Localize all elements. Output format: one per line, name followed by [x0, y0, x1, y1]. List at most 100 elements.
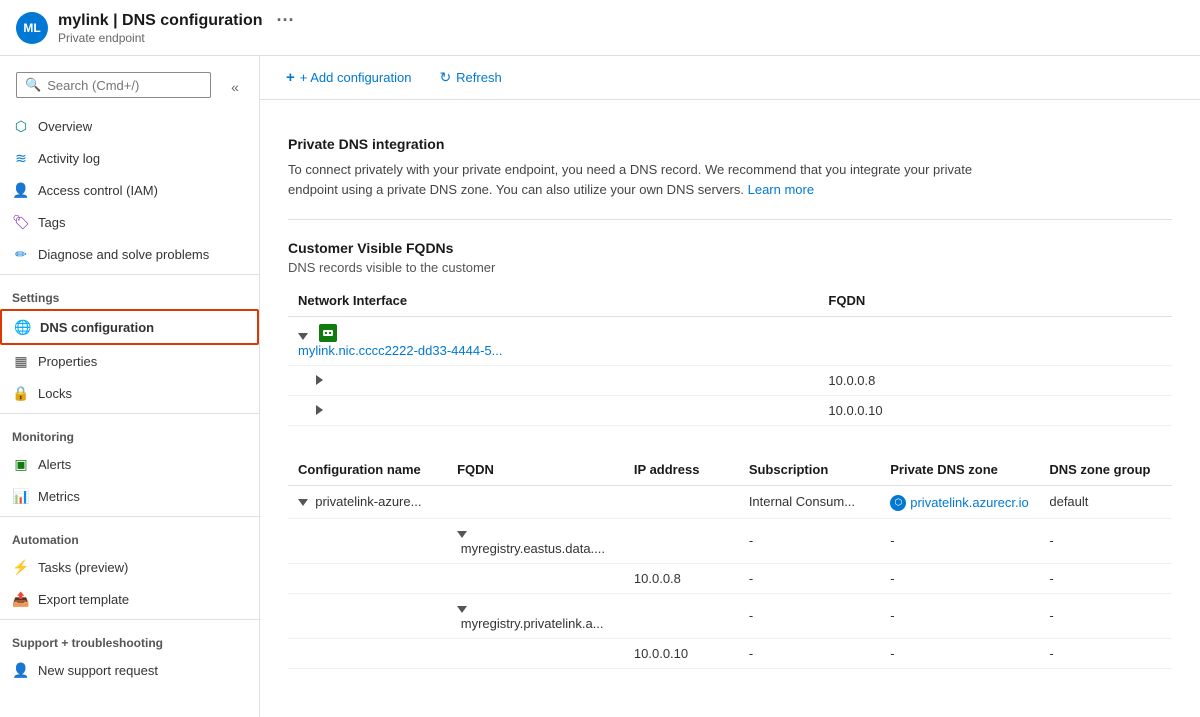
sidebar-item-label: Locks: [38, 386, 72, 401]
sidebar-item-access-control[interactable]: 👤 Access control (IAM): [0, 174, 259, 206]
collapse-sidebar-button[interactable]: «: [223, 75, 247, 99]
tasks-icon: ⚡: [12, 558, 30, 576]
config-name-indent: [288, 593, 447, 638]
sidebar-item-label: Activity log: [38, 151, 100, 166]
sidebar-item-activity-log[interactable]: ≋ Activity log: [0, 142, 259, 174]
fqdn-child-cell: myregistry.privatelink.a...: [447, 593, 624, 638]
subscription-cell: -: [739, 638, 880, 668]
automation-section-label: Automation: [0, 521, 259, 551]
config-name-indent: [288, 518, 447, 563]
table-row: mylink.nic.cccc2222-dd33-4444-5...: [288, 317, 1172, 366]
sidebar-item-support[interactable]: 👤 New support request: [0, 654, 259, 686]
sidebar-item-metrics[interactable]: 📊 Metrics: [0, 480, 259, 512]
fqdn-value-cell: 10.0.0.10: [818, 396, 1172, 426]
nic-icon: [319, 324, 337, 342]
dns-zone-cell: -: [880, 563, 1039, 593]
iam-icon: 👤: [12, 181, 30, 199]
search-input[interactable]: [47, 78, 202, 93]
table-row: myregistry.eastus.data.... - - -: [288, 518, 1172, 563]
sidebar-item-label: Diagnose and solve problems: [38, 247, 209, 262]
expand-button[interactable]: [316, 405, 323, 415]
settings-section-label: Settings: [0, 279, 259, 309]
sidebar-divider-automation: [0, 516, 259, 517]
export-icon: 📤: [12, 590, 30, 608]
monitoring-section-label: Monitoring: [0, 418, 259, 448]
fqdn-child-cell: myregistry.eastus.data....: [447, 518, 624, 563]
toolbar: + + Add configuration ↻ Refresh: [260, 56, 1200, 100]
metrics-icon: 📊: [12, 487, 30, 505]
dns-group-cell: -: [1039, 518, 1172, 563]
sidebar-item-tasks[interactable]: ⚡ Tasks (preview): [0, 551, 259, 583]
refresh-button[interactable]: ↻ Refresh: [433, 65, 507, 90]
sidebar-divider: [0, 274, 259, 275]
sidebar-item-label: Export template: [38, 592, 129, 607]
sidebar-item-label: DNS configuration: [40, 320, 154, 335]
ip-cell: [624, 518, 739, 563]
sidebar-item-label: Access control (IAM): [38, 183, 158, 198]
dns-zone-link[interactable]: privatelink.azurecr.io: [910, 495, 1029, 510]
dns-group-cell: -: [1039, 563, 1172, 593]
support-icon: 👤: [12, 661, 30, 679]
nic-indent-cell: [288, 366, 818, 396]
customer-fqdns-title: Customer Visible FQDNs: [288, 240, 1172, 256]
content-area: + + Add configuration ↻ Refresh Private …: [260, 56, 1200, 717]
subscription-cell: Internal Consum...: [739, 486, 880, 519]
ip-cell: [624, 486, 739, 519]
fqdn-table: Network Interface FQDN: [288, 285, 1172, 426]
fqdn-cell: [447, 638, 624, 668]
sidebar-item-diagnose[interactable]: ✏ Diagnose and solve problems: [0, 238, 259, 270]
sidebar-item-dns-config[interactable]: 🌐 DNS configuration: [0, 309, 259, 345]
col-dns-group: DNS zone group: [1039, 454, 1172, 486]
learn-more-link[interactable]: Learn more: [748, 182, 814, 197]
sidebar-item-label: Metrics: [38, 489, 80, 504]
config-table: Configuration name FQDN IP address Subsc…: [288, 454, 1172, 669]
dns-integration-title: Private DNS integration: [288, 136, 1172, 152]
fqdn-cell: [447, 486, 624, 519]
fqdn-value-cell: 10.0.0.8: [818, 366, 1172, 396]
table-row: 10.0.0.10: [288, 396, 1172, 426]
collapse-button[interactable]: [457, 606, 467, 613]
tags-icon: 🏷: [12, 213, 30, 231]
table-row: 10.0.0.8 - - -: [288, 563, 1172, 593]
search-icon: 🔍: [25, 77, 41, 93]
add-configuration-button[interactable]: + + Add configuration: [280, 65, 417, 90]
dns-group-cell: default: [1039, 486, 1172, 519]
sidebar-item-overview[interactable]: ⬡ Overview: [0, 110, 259, 142]
sidebar-item-tags[interactable]: 🏷 Tags: [0, 206, 259, 238]
expand-button[interactable]: [316, 375, 323, 385]
sidebar-item-label: Overview: [38, 119, 92, 134]
support-section-label: Support + troubleshooting: [0, 624, 259, 654]
collapse-button[interactable]: [298, 333, 308, 340]
fqdn-cell: [447, 563, 624, 593]
sidebar-item-locks[interactable]: 🔒 Locks: [0, 377, 259, 409]
dns-group-cell: -: [1039, 593, 1172, 638]
locks-icon: 🔒: [12, 384, 30, 402]
sidebar-item-label: Alerts: [38, 457, 71, 472]
dns-integration-desc: To connect privately with your private e…: [288, 160, 988, 199]
more-options-icon[interactable]: ···: [277, 10, 295, 31]
ip-cell: 10.0.0.8: [624, 563, 739, 593]
customer-fqdns-section: Customer Visible FQDNs DNS records visib…: [288, 240, 1172, 426]
subscription-cell: -: [739, 518, 880, 563]
dns-integration-section: Private DNS integration To connect priva…: [288, 120, 1172, 220]
activity-log-icon: ≋: [12, 149, 30, 167]
collapse-button[interactable]: [298, 499, 308, 506]
dns-zone-cell: ⬡ privatelink.azurecr.io: [880, 486, 1039, 519]
fqdn-cell: [818, 317, 1172, 366]
properties-icon: ▦: [12, 352, 30, 370]
nic-indent-cell: [288, 396, 818, 426]
header-title-main: mylink | DNS configuration ···: [58, 10, 294, 31]
top-header: ML mylink | DNS configuration ··· Privat…: [0, 0, 1200, 56]
sidebar-divider-support: [0, 619, 259, 620]
subscription-cell: -: [739, 593, 880, 638]
nic-link[interactable]: mylink.nic.cccc2222-dd33-4444-5...: [298, 343, 808, 358]
sidebar-item-properties[interactable]: ▦ Properties: [0, 345, 259, 377]
sidebar-item-alerts[interactable]: ▣ Alerts: [0, 448, 259, 480]
sidebar: 🔍 « ⬡ Overview ≋ Activity log 👤 Access c…: [0, 56, 260, 717]
collapse-button[interactable]: [457, 531, 467, 538]
ip-cell: [624, 593, 739, 638]
customer-fqdns-desc: DNS records visible to the customer: [288, 260, 1172, 275]
dns-config-icon: 🌐: [14, 318, 32, 336]
sidebar-search[interactable]: 🔍: [16, 72, 211, 98]
sidebar-item-export[interactable]: 📤 Export template: [0, 583, 259, 615]
